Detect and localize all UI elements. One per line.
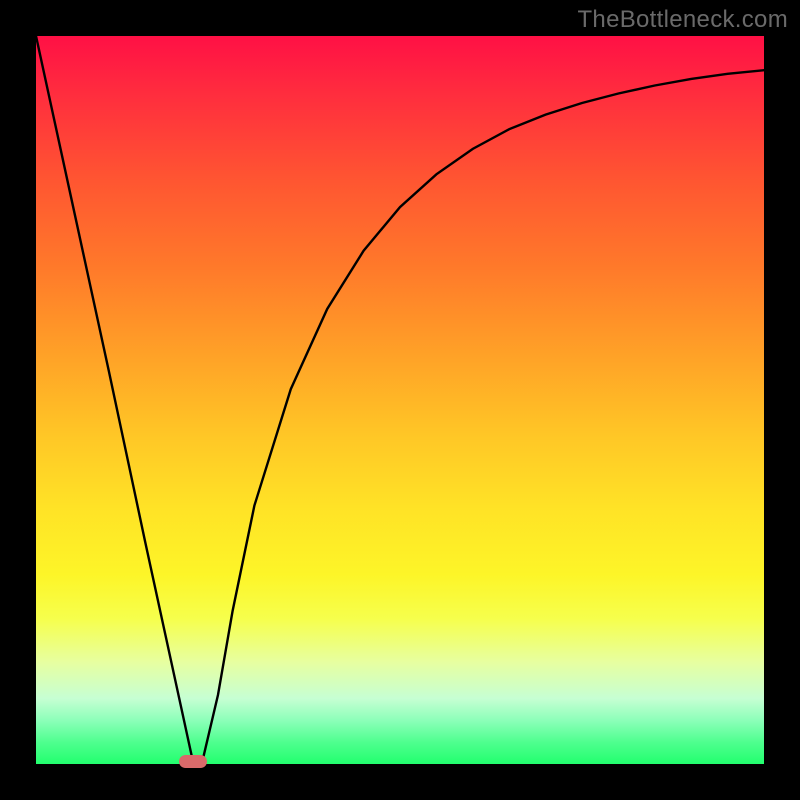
- plot-area: [36, 36, 764, 764]
- chart-frame: TheBottleneck.com: [0, 0, 800, 800]
- attribution-text: TheBottleneck.com: [577, 6, 788, 34]
- bottleneck-curve-path: [36, 36, 764, 760]
- minimum-marker: [179, 755, 207, 768]
- curve-svg: [36, 36, 764, 764]
